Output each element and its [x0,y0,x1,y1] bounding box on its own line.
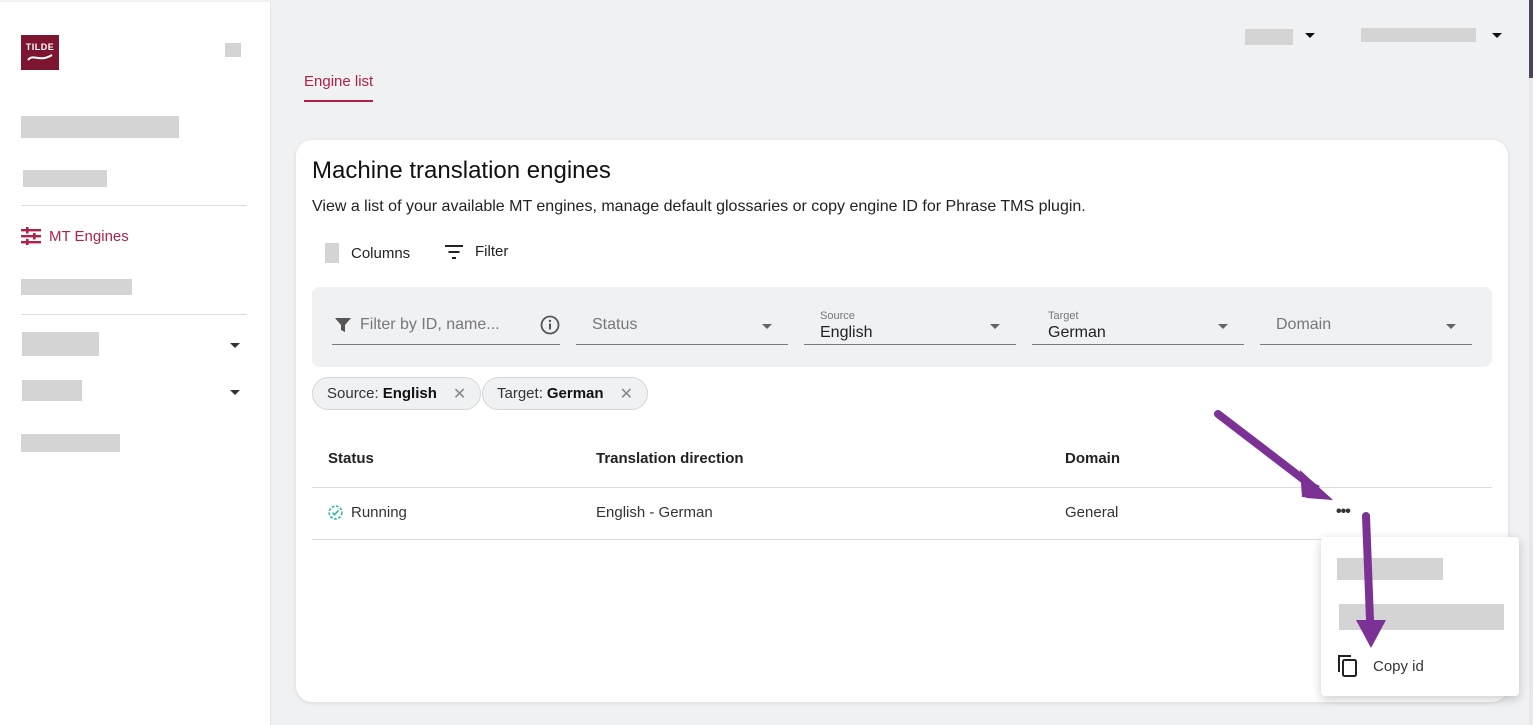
copy-icon [1338,655,1357,677]
status-text: Running [351,504,407,521]
column-header-domain[interactable]: Domain [1065,450,1120,467]
running-check-icon [328,505,343,520]
chevron-down-icon[interactable] [230,343,240,348]
target-select[interactable]: Target German [1032,307,1244,345]
source-label: Source [820,310,855,322]
menu-item-copy-id[interactable]: Copy id [1337,654,1424,678]
collapse-button[interactable] [225,43,241,57]
row-actions-menu: Copy id [1321,537,1519,696]
filter-lines-icon [445,244,463,259]
chip-value: German [546,385,604,402]
chip-key: Source: [327,385,379,402]
column-header-direction[interactable]: Translation direction [596,450,744,467]
page-subtitle: View a list of your available MT engines… [312,198,1086,215]
sidebar-item-redacted-3[interactable] [21,279,132,295]
close-icon[interactable]: ✕ [453,384,466,404]
more-actions-icon[interactable]: ••• [1336,503,1351,521]
domain-select[interactable]: Domain [1260,307,1472,345]
filter-button[interactable]: Filter [445,243,508,260]
domain-cell: General [1065,504,1119,521]
page-title: Machine translation engines [312,157,611,184]
direction-cell: English - German [596,504,713,521]
columns-button[interactable]: Columns [325,243,410,263]
sidebar-item-redacted-2[interactable] [23,170,107,187]
status-cell: Running [328,504,407,521]
columns-icon [325,243,339,263]
chevron-down-icon[interactable] [1492,33,1502,38]
filter-chip-source[interactable]: Source: English ✕ [312,377,482,410]
menu-item-redacted-1[interactable] [1337,558,1443,580]
chip-value: English [382,385,437,402]
filter-label: Filter [475,243,509,260]
chevron-down-icon [1446,324,1456,329]
source-select[interactable]: Source English [804,307,1016,345]
sliders-icon [21,227,41,245]
search-placeholder: Filter by ID, name... [360,316,500,333]
domain-placeholder: Domain [1276,316,1332,333]
columns-label: Columns [351,244,411,262]
scrollbar-thumb[interactable] [1529,0,1533,78]
sidebar-group-redacted-1[interactable] [22,332,99,356]
info-icon[interactable] [540,315,560,335]
page-scrollbar[interactable] [1529,0,1533,725]
sidebar: TILDE MT Engines [0,2,271,725]
sidebar-divider [21,205,247,206]
menu-item-redacted-2[interactable] [1339,604,1504,630]
copy-id-label: Copy id [1373,657,1424,675]
target-value: German [1048,324,1106,341]
tilde-logo[interactable]: TILDE [21,35,59,70]
sidebar-group-redacted-2[interactable] [22,380,82,401]
header-divider [312,487,1492,488]
status-select[interactable]: Status [576,307,788,345]
target-label: Target [1048,310,1079,322]
filter-panel: Filter by ID, name... Status Source Engl… [312,287,1492,367]
chevron-down-icon[interactable] [230,390,240,395]
user-menu[interactable] [1361,28,1476,42]
tilde-wave-icon [27,53,53,61]
sidebar-item-redacted-1[interactable] [21,116,179,138]
status-placeholder: Status [592,316,638,333]
search-input[interactable]: Filter by ID, name... [332,307,560,345]
chevron-down-icon [762,324,772,329]
sidebar-divider [21,314,247,315]
chip-key: Target: [497,385,543,402]
sidebar-item-redacted-4[interactable] [21,434,120,452]
column-header-status[interactable]: Status [328,450,374,467]
chevron-down-icon [990,324,1000,329]
source-value: English [820,324,873,341]
tab-engine-list[interactable]: Engine list [304,73,374,102]
sidebar-item-mt-engines[interactable]: MT Engines [21,227,129,245]
close-icon[interactable]: ✕ [620,384,633,404]
filter-chip-target[interactable]: Target: German ✕ [482,377,648,410]
sidebar-item-label: MT Engines [49,227,129,245]
language-selector[interactable] [1245,29,1293,45]
chevron-down-icon [1218,324,1228,329]
chevron-down-icon[interactable] [1305,33,1315,38]
funnel-icon [335,318,351,332]
row-divider [312,539,1492,540]
